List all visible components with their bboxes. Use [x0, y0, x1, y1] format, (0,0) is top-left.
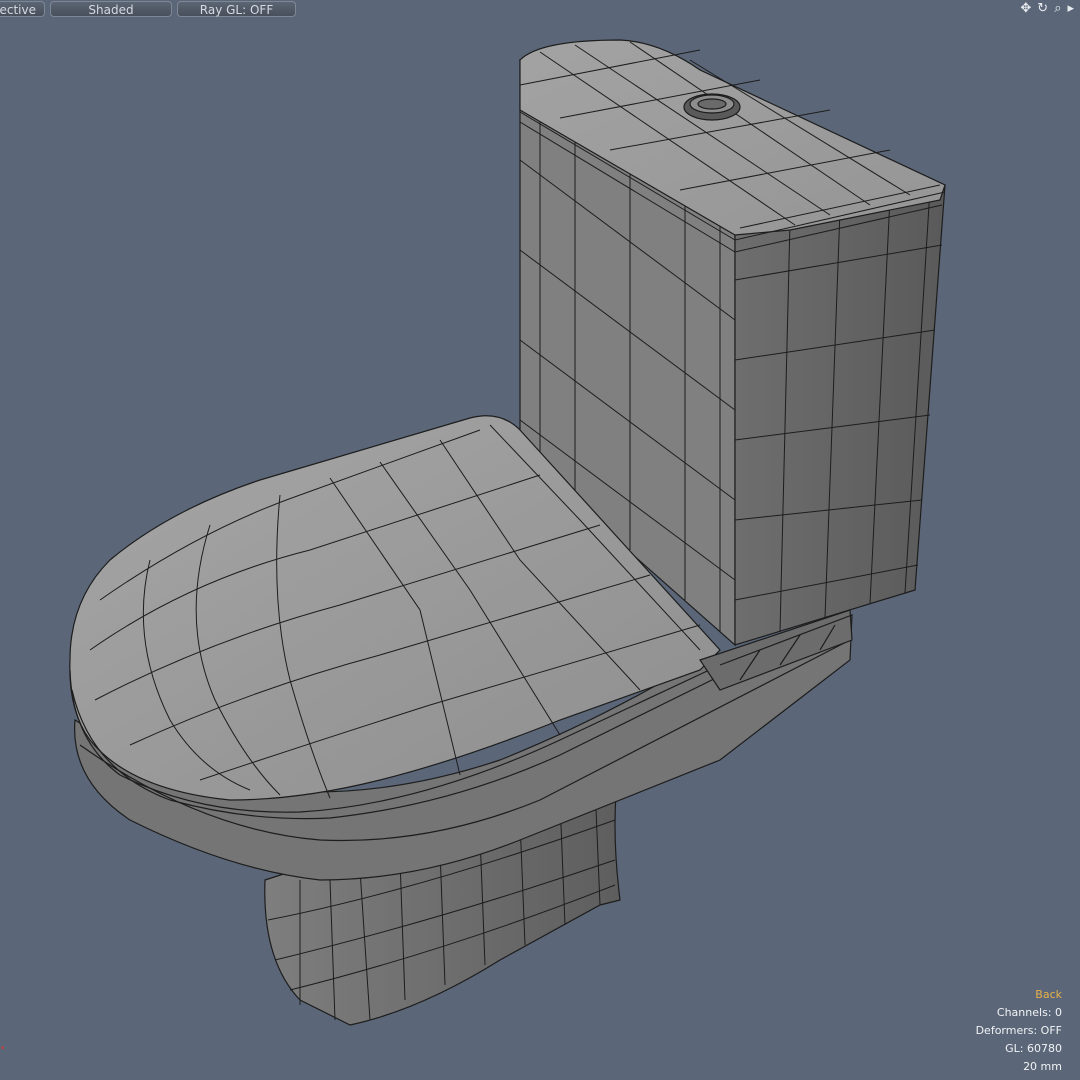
shading-mode-button[interactable]: Shaded: [50, 1, 172, 17]
gl-poly-count-readout: GL: 60780: [1005, 1042, 1062, 1055]
3d-viewport[interactable]: ective Shaded Ray GL: OFF ✥ ↻ ⌕ ▸ Back C…: [0, 0, 1080, 1080]
zoom-icon[interactable]: ⌕: [1054, 0, 1061, 18]
raygl-toggle-button[interactable]: Ray GL: OFF: [177, 1, 296, 17]
view-name-label: Back: [1035, 988, 1062, 1001]
channels-readout: Channels: 0: [996, 1006, 1062, 1019]
pan-icon[interactable]: ✥: [1020, 0, 1031, 18]
rotate-icon[interactable]: ↻: [1037, 0, 1048, 18]
deformers-readout: Deformers: OFF: [975, 1024, 1062, 1037]
axis-indicator-icon: •: [0, 1044, 6, 1054]
viewport-info-overlay: Back Channels: 0 Deformers: OFF GL: 6078…: [976, 986, 1062, 1076]
projection-mode-button[interactable]: ective: [0, 1, 45, 17]
grid-units-readout: 20 mm: [1023, 1060, 1062, 1073]
toilet-mesh-model: [69, 39, 946, 1026]
viewport-toolbar: ective Shaded Ray GL: OFF: [0, 0, 1080, 20]
expand-arrow-icon[interactable]: ▸: [1067, 0, 1074, 18]
viewport-navigation-icons: ✥ ↻ ⌕ ▸: [1020, 0, 1074, 18]
